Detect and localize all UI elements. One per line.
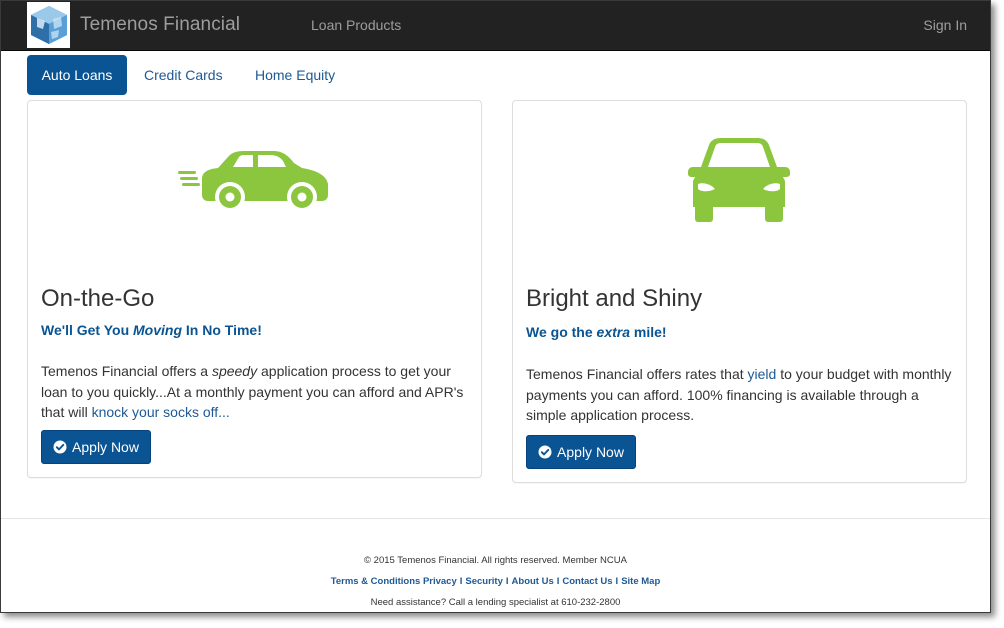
- card-title: Bright and Shiny: [526, 285, 703, 312]
- card-description: Temenos Financial offers rates that yiel…: [526, 366, 952, 423]
- apply-now-label: Apply Now: [72, 439, 139, 455]
- check-circle-icon: [53, 440, 67, 454]
- terms-link[interactable]: Terms & Conditions: [331, 576, 421, 587]
- about-us-link[interactable]: About Us: [512, 576, 554, 587]
- card-subtitle: We'll Get You Moving In No Time!: [41, 322, 262, 338]
- logo-cube-icon: [30, 6, 67, 44]
- card-subtitle: We go the extra mile!: [526, 324, 667, 340]
- footer-assistance: Need assistance? Call a lending speciali…: [370, 597, 621, 608]
- contact-us-link[interactable]: Contact Us: [562, 576, 612, 587]
- app-window: Temenos Financial Loan Products Sign In …: [0, 0, 991, 613]
- footer-links: Terms & Conditions Privacy I Security I Abou…: [330, 576, 661, 587]
- privacy-link[interactable]: Privacy: [423, 576, 457, 587]
- car-front-icon: [688, 138, 790, 222]
- footer-divider: [1, 518, 990, 519]
- apply-now-button[interactable]: Apply Now: [526, 435, 636, 469]
- security-link[interactable]: Security: [465, 576, 503, 587]
- tab-home-equity[interactable]: Home Equity: [241, 55, 349, 95]
- footer-copyright: © 2015 Temenos Financial. All rights res…: [364, 555, 627, 566]
- apply-now-label: Apply Now: [557, 444, 624, 460]
- nav-loan-products[interactable]: Loan Products: [311, 17, 401, 33]
- tab-credit-cards[interactable]: Credit Cards: [130, 55, 237, 95]
- sign-in-link[interactable]: Sign In: [923, 17, 967, 33]
- logo[interactable]: [27, 2, 70, 48]
- knock-socks-link[interactable]: knock your socks off...: [92, 404, 230, 420]
- tab-auto-loans[interactable]: Auto Loans: [27, 55, 127, 95]
- loan-card-bright-and-shiny: Bright and Shiny We go the extra mile! T…: [512, 100, 967, 483]
- brand-name[interactable]: Temenos Financial: [80, 14, 240, 36]
- yield-link[interactable]: yield: [748, 366, 777, 382]
- card-title: On-the-Go: [41, 285, 155, 312]
- car-speed-icon: [178, 151, 328, 212]
- check-circle-icon: [538, 445, 552, 459]
- loan-card-on-the-go: On-the-Go We'll Get You Moving In No Tim…: [27, 100, 482, 478]
- navbar: Temenos Financial Loan Products Sign In: [1, 1, 990, 51]
- card-description: Temenos Financial offers a speedy applic…: [41, 363, 464, 420]
- apply-now-button[interactable]: Apply Now: [41, 430, 151, 464]
- site-map-link[interactable]: Site Map: [621, 576, 660, 587]
